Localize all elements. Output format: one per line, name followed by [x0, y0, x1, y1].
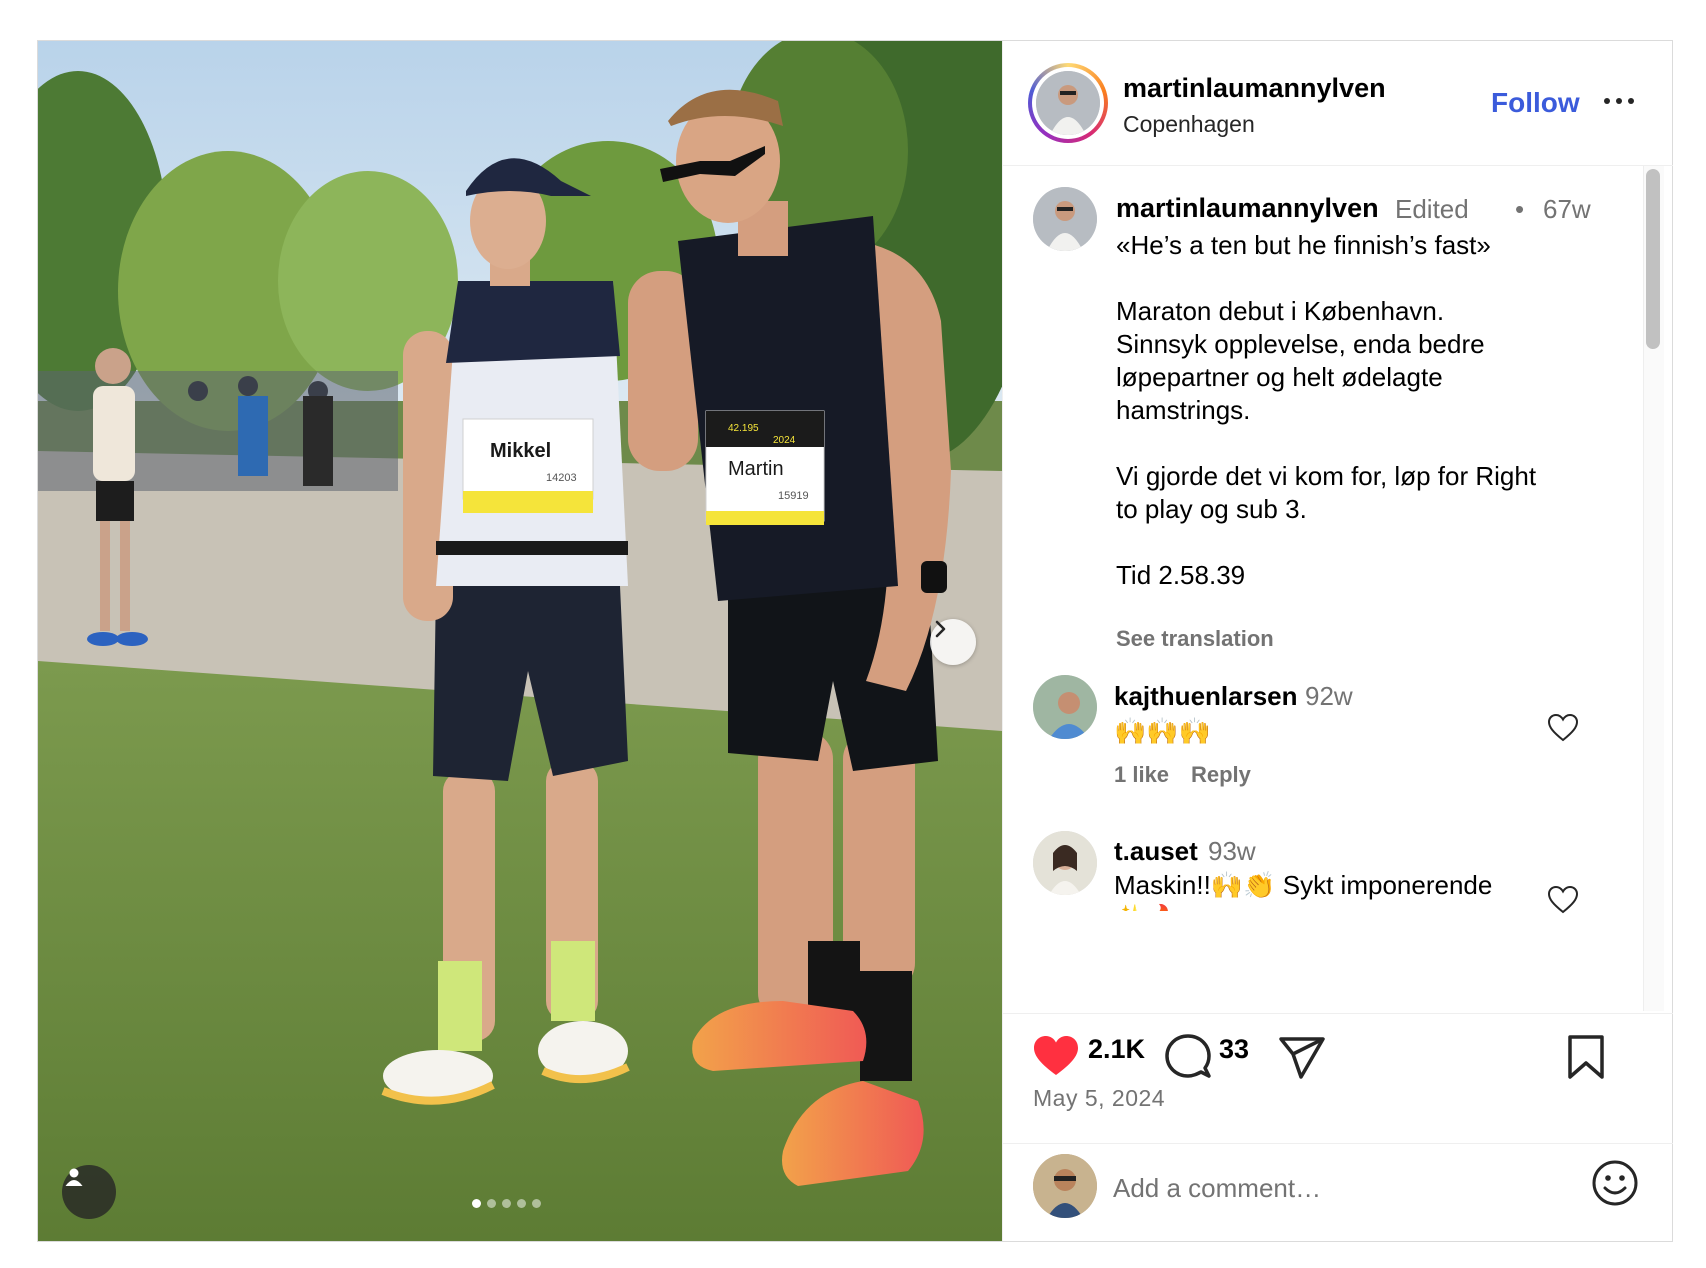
post-sidebar: martinlaumannylven Copenhagen Follow mar… [1002, 41, 1673, 1241]
post-photo[interactable]: Mikkel 14203 42.195 2024 Martin 15919 [38, 41, 1002, 1241]
like-heart-icon[interactable] [1033, 1035, 1079, 1077]
bib-right-name: Martin [728, 458, 784, 480]
user-tag-icon [65, 1168, 83, 1186]
bib-right-distance: 42.195 [728, 423, 759, 434]
comments-scrollbar[interactable] [1646, 169, 1660, 349]
bib-right-year: 2024 [773, 435, 796, 446]
instagram-post: Mikkel 14203 42.195 2024 Martin 15919 ma… [37, 40, 1673, 1242]
comment-timestamp: 93w [1208, 836, 1256, 866]
chevron-right-icon [935, 620, 946, 638]
avatar [1036, 71, 1100, 135]
comment-likes[interactable]: 1 like [1114, 762, 1169, 788]
add-comment-input[interactable] [1111, 1167, 1545, 1209]
caption-avatar[interactable] [1033, 187, 1097, 251]
comment-reply-button[interactable]: Reply [1191, 762, 1251, 788]
comment-timestamp: 92w [1305, 681, 1353, 711]
comment-bubble-icon[interactable] [1165, 1034, 1211, 1080]
carousel-dot [502, 1199, 511, 1208]
comment-text: 🙌🙌🙌 [1114, 716, 1212, 746]
current-user-avatar [1033, 1154, 1097, 1218]
post-header: martinlaumannylven Copenhagen Follow [1003, 41, 1673, 166]
comment-like-heart-icon[interactable] [1547, 885, 1579, 915]
carousel-dot [487, 1199, 496, 1208]
comments-count[interactable]: 33 [1219, 1034, 1249, 1065]
comment-like-heart-icon[interactable] [1547, 713, 1579, 743]
carousel-dot [472, 1199, 481, 1208]
bib-left-number: 14203 [546, 472, 577, 484]
caption-text: «He’s a ten but he finnish’s fast» Marat… [1116, 230, 1537, 590]
comment-username[interactable]: t.auset [1114, 836, 1198, 867]
header-location[interactable]: Copenhagen [1123, 111, 1255, 138]
comment-username[interactable]: kajthuenlarsen [1114, 681, 1298, 712]
caption-username[interactable]: martinlaumannylven [1116, 193, 1379, 224]
see-translation-link[interactable]: See translation [1116, 626, 1274, 652]
carousel-dot [532, 1199, 541, 1208]
bib-left-name: Mikkel [490, 440, 551, 462]
next-photo-button[interactable] [930, 619, 976, 665]
caption-edited-label: Edited [1395, 194, 1469, 224]
likes-count[interactable]: 2.1K [1088, 1034, 1145, 1065]
emoji-smiley-icon[interactable] [1591, 1159, 1639, 1207]
caption-timestamp[interactable]: 67w [1543, 194, 1591, 225]
tagged-users-button[interactable] [62, 1165, 116, 1219]
share-paper-plane-icon[interactable] [1279, 1036, 1325, 1080]
story-ring-avatar[interactable] [1028, 63, 1108, 143]
more-horizontal-icon[interactable] [1599, 89, 1639, 113]
follow-button[interactable]: Follow [1491, 87, 1580, 119]
bib-right-number: 15919 [778, 490, 809, 502]
photo-scene: Mikkel 14203 42.195 2024 Martin 15919 [38, 41, 1002, 1241]
comment-text: Maskin!!🙌👏 Sykt imponerende ✨🔥 [1114, 870, 1493, 911]
caption-separator: • [1515, 194, 1525, 224]
carousel-dot [517, 1199, 526, 1208]
carousel-indicator [472, 1199, 541, 1208]
post-date[interactable]: May 5, 2024 [1033, 1085, 1165, 1112]
comment-avatar[interactable] [1033, 831, 1097, 895]
header-username[interactable]: martinlaumannylven [1123, 73, 1386, 104]
bookmark-icon[interactable] [1567, 1035, 1605, 1079]
comment-avatar[interactable] [1033, 675, 1097, 739]
